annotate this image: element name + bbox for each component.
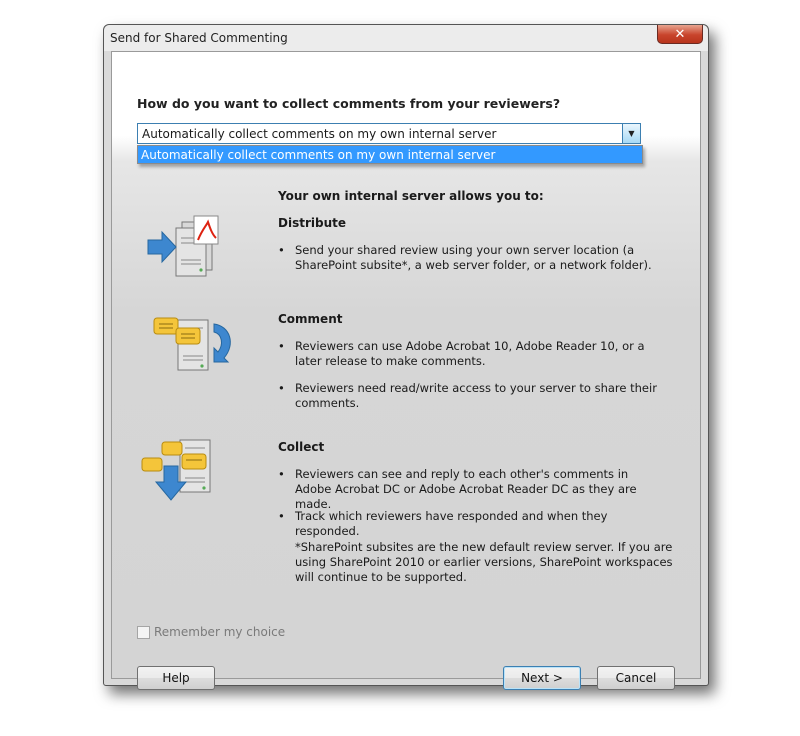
section-title-comment: Comment [278, 312, 343, 326]
bullet-marker: • [278, 467, 285, 481]
server-collect-icon [141, 439, 211, 501]
bullet-text: Track which reviewers have responded and… [295, 509, 608, 538]
section-title-distribute: Distribute [278, 216, 346, 230]
title-bar[interactable]: Send for Shared Commenting ✕ [104, 25, 708, 51]
remember-choice-checkbox[interactable]: Remember my choice [137, 625, 285, 639]
bullet-marker: • [278, 381, 285, 395]
info-heading: Your own internal server allows you to: [278, 189, 544, 203]
bullet-text: Send your shared review using your own s… [295, 243, 652, 272]
help-button[interactable]: Help [137, 666, 215, 690]
collect-method-value: Automatically collect comments on my own… [142, 127, 497, 141]
bullet-marker: • [278, 339, 285, 353]
bullet-marker: • [278, 243, 285, 257]
dialog-window: Send for Shared Commenting ✕ How do you … [103, 24, 709, 690]
cancel-button[interactable]: Cancel [597, 666, 675, 690]
bullet-text: Reviewers can use Adobe Acrobat 10, Adob… [295, 339, 645, 368]
bullet-item: • Send your shared review using your own… [278, 243, 668, 273]
remember-choice-label: Remember my choice [154, 625, 286, 639]
dialog-body: How do you want to collect comments from… [111, 51, 701, 690]
server-comment-icon [153, 317, 231, 371]
sharepoint-note: *SharePoint subsites are the new default… [295, 540, 673, 584]
window-title: Send for Shared Commenting [110, 31, 288, 45]
close-button[interactable]: ✕ [657, 25, 703, 44]
bullet-item: • Reviewers can see and reply to each ot… [278, 467, 668, 512]
bullet-item: • Reviewers need read/write access to yo… [278, 381, 668, 411]
checkbox-box[interactable] [137, 625, 150, 639]
next-button[interactable]: Next > [503, 666, 581, 690]
close-icon: ✕ [674, 26, 686, 42]
collect-question: How do you want to collect comments from… [137, 96, 561, 111]
bullet-text: Reviewers can see and reply to each othe… [295, 467, 637, 511]
bullet-marker: • [278, 509, 285, 523]
bullet-item: • Track which reviewers have responded a… [278, 509, 668, 539]
bullet-item: • Reviewers can use Adobe Acrobat 10, Ad… [278, 339, 668, 369]
dropdown-option[interactable]: Automatically collect comments on my own… [141, 148, 495, 162]
chevron-down-icon[interactable]: ▼ [622, 124, 640, 143]
collect-method-select[interactable]: Automatically collect comments on my own… [137, 123, 641, 144]
section-title-collect: Collect [278, 440, 325, 454]
server-distribute-icon [147, 215, 219, 277]
collect-method-dropdown: Automatically collect comments on my own… [137, 145, 643, 164]
bullet-text: Reviewers need read/write access to your… [295, 381, 657, 410]
